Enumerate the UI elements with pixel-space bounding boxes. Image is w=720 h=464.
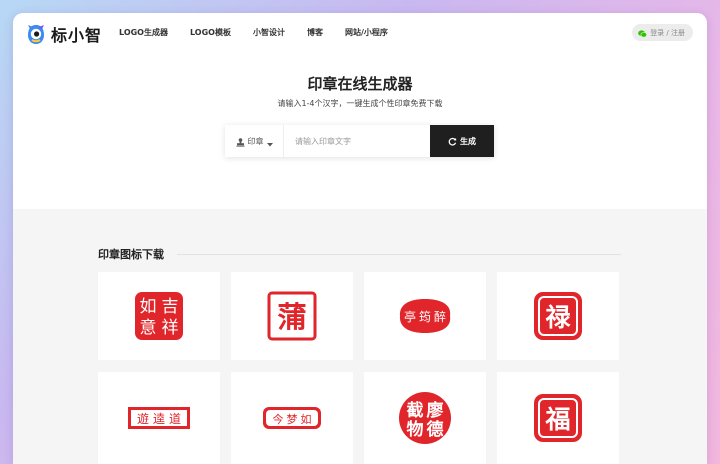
stamp-type-select[interactable]: 印章 <box>225 125 284 157</box>
gallery-title: 印章图标下载 <box>98 248 164 261</box>
page-subtitle: 请输入1-4个汉字，一键生成个性印章免费下载 <box>277 99 443 108</box>
stamp-image: 今 梦 如 <box>263 407 321 429</box>
stamp-char: 梦 <box>287 413 298 426</box>
stamp-char: 如 <box>140 297 157 317</box>
menu-logo-generator[interactable]: LOGO生成器 <box>119 27 168 38</box>
stamp-char: 亭 <box>404 309 416 324</box>
wechat-icon <box>638 23 648 42</box>
stamp-image: 如 吉 意 祥 <box>135 292 183 340</box>
main-menu: LOGO生成器 LOGO模板 小智设计 博客 网站/小程序 <box>119 27 410 38</box>
stamp-char: 如 <box>301 412 312 426</box>
brand-name: 标小智 <box>51 26 103 45</box>
mascot-icon <box>25 23 47 45</box>
stamp-char: 禄 <box>545 303 571 332</box>
stamp-char: 遊 <box>137 411 149 426</box>
stamp-char: 道 <box>169 412 181 426</box>
menu-website-miniprogram[interactable]: 网站/小程序 <box>345 27 388 38</box>
stamp-image: 福 <box>534 394 582 442</box>
stamp-char: 截 <box>407 400 424 421</box>
stamp-card[interactable]: 福 <box>497 372 619 464</box>
stamp-char: 祥 <box>162 318 179 338</box>
stamp-icon <box>236 132 245 151</box>
login-button[interactable]: 登录 / 注册 <box>632 24 693 41</box>
stamp-char: 物 <box>407 419 424 440</box>
stamp-char: 福 <box>544 405 570 434</box>
stamp-char: 逵 <box>153 412 165 426</box>
stamp-image: 截 廖 物 德 <box>399 392 451 444</box>
top-nav: 标小智 LOGO生成器 LOGO模板 小智设计 博客 网站/小程序 登录 / 注… <box>13 13 707 53</box>
section-divider <box>177 254 621 255</box>
browser-window: 标小智 LOGO生成器 LOGO模板 小智设计 博客 网站/小程序 登录 / 注… <box>13 13 707 464</box>
login-label: 登录 / 注册 <box>650 28 685 37</box>
stamp-char: 今 <box>273 412 284 426</box>
stamp-card[interactable]: 遊 逵 道 <box>98 372 220 464</box>
stamp-text-input[interactable] <box>284 125 430 157</box>
stamp-card[interactable]: 禄 <box>497 272 619 360</box>
stamp-card[interactable]: 截 廖 物 德 <box>364 372 486 464</box>
stamp-char: 廖 <box>427 400 444 421</box>
brand-logo[interactable]: 标小智 <box>25 22 102 46</box>
caret-down-icon <box>266 132 273 151</box>
stamp-image: 禄 <box>534 292 582 340</box>
stamp-type-label: 印章 <box>247 136 264 146</box>
stamp-char: 蒲 <box>277 300 306 334</box>
stamp-char: 醉 <box>434 309 446 324</box>
generate-label: 生成 <box>460 136 476 146</box>
stamp-card[interactable]: 今 梦 如 <box>231 372 353 464</box>
page-title: 印章在线生成器 <box>307 75 413 93</box>
menu-design[interactable]: 小智设计 <box>253 27 285 38</box>
stamp-char: 意 <box>140 318 157 338</box>
stamp-image: 亭 筠 醉 <box>399 299 451 333</box>
stamp-gallery: 印章图标下载 如 吉 意 祥 蒲 亭 筠 醉 禄 遊 逵 道 今 梦 如 截 廖… <box>13 209 707 464</box>
stamp-card[interactable]: 如 吉 意 祥 <box>98 272 220 360</box>
refresh-icon <box>448 134 457 149</box>
stamp-image: 蒲 <box>267 291 317 341</box>
stamp-image: 遊 逵 道 <box>128 407 190 429</box>
menu-blog[interactable]: 博客 <box>307 27 323 38</box>
stamp-char: 吉 <box>162 297 179 317</box>
stamp-char: 德 <box>427 419 444 440</box>
stamp-generator-form: 印章 生成 <box>225 125 494 157</box>
stamp-char: 筠 <box>419 310 431 324</box>
stamp-card[interactable]: 蒲 <box>231 272 353 360</box>
menu-logo-templates[interactable]: LOGO模板 <box>190 27 231 38</box>
generate-button[interactable]: 生成 <box>430 125 494 157</box>
stamp-card[interactable]: 亭 筠 醉 <box>364 272 486 360</box>
